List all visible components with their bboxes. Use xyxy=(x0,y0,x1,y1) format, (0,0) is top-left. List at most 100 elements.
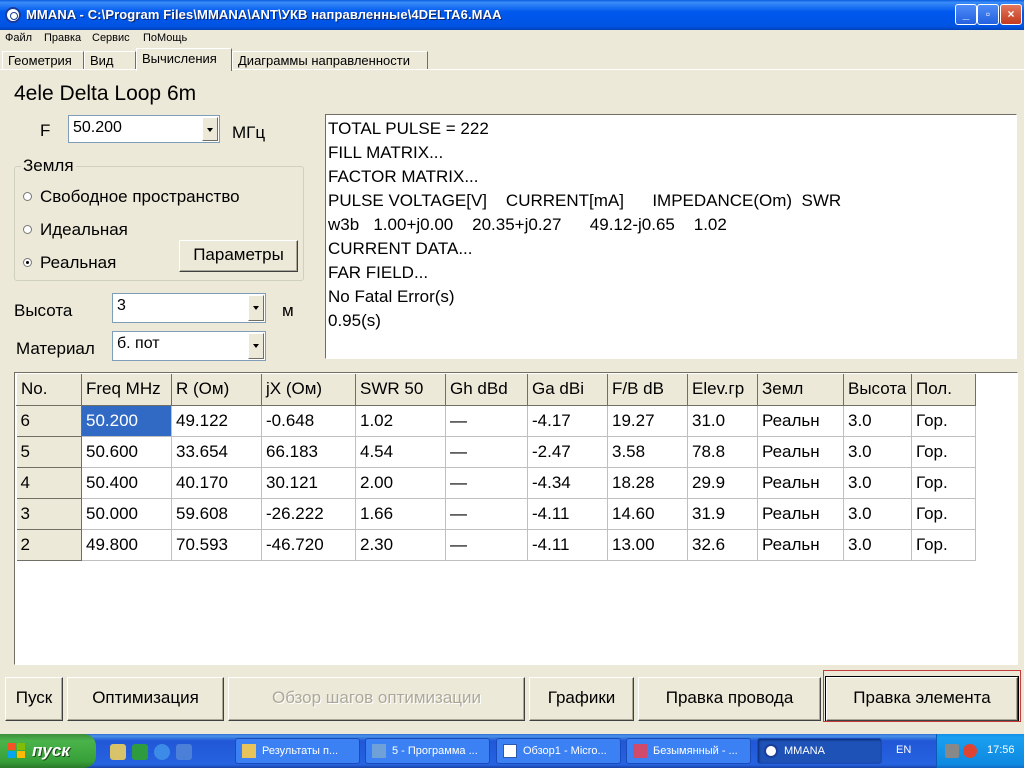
table-cell[interactable]: Реальн xyxy=(757,405,844,437)
table-cell[interactable]: -0.648 xyxy=(261,405,356,437)
language-indicator[interactable]: EN xyxy=(896,744,911,756)
column-header[interactable]: Gh dBd xyxy=(445,374,528,406)
maximize-button[interactable]: ▫ xyxy=(977,4,999,25)
column-header[interactable]: SWR 50 xyxy=(355,374,446,406)
height-combo[interactable]: 3 xyxy=(112,293,266,323)
table-cell[interactable]: 18.28 xyxy=(607,467,688,499)
table-cell[interactable]: — xyxy=(445,436,528,468)
media-player-icon[interactable] xyxy=(132,744,148,760)
chevron-down-icon[interactable] xyxy=(248,295,264,321)
table-cell[interactable]: 40.170 xyxy=(171,467,262,499)
tab-view[interactable]: Вид xyxy=(84,51,136,70)
table-cell[interactable]: 50.400 xyxy=(81,467,172,499)
ie-alt-icon[interactable] xyxy=(176,744,192,760)
table-row[interactable]: 3 50.000 59.608 -26.222 1.66— -4.11 14.60 31.9 Р… xyxy=(16,498,976,530)
table-cell[interactable]: 3.0 xyxy=(843,405,912,437)
table-cell[interactable]: Реальн xyxy=(757,498,844,530)
table-cell[interactable]: Гор. xyxy=(911,498,976,530)
table-cell[interactable]: — xyxy=(445,529,528,561)
edit-wire-button[interactable]: Правка провода xyxy=(638,677,821,721)
chevron-down-icon[interactable] xyxy=(202,117,218,141)
freq-combo[interactable]: 50.200 xyxy=(68,115,220,143)
row-number-cell[interactable]: 5 xyxy=(16,436,82,468)
material-combo[interactable]: б. пот xyxy=(112,331,266,361)
table-cell[interactable]: 31.9 xyxy=(687,498,758,530)
table-cell[interactable]: 49.800 xyxy=(81,529,172,561)
table-cell[interactable]: 30.121 xyxy=(261,467,356,499)
table-cell[interactable]: -46.720 xyxy=(261,529,356,561)
task-mmana[interactable]: MMANA xyxy=(757,738,882,764)
table-cell[interactable]: 50.000 xyxy=(81,498,172,530)
table-cell[interactable]: — xyxy=(445,498,528,530)
table-cell[interactable]: 3.0 xyxy=(843,436,912,468)
tab-geometry[interactable]: Геометрия xyxy=(2,51,84,70)
column-header[interactable]: Высота xyxy=(843,374,912,406)
clock[interactable]: 17:56 xyxy=(987,744,1015,756)
table-cell[interactable]: 14.60 xyxy=(607,498,688,530)
table-cell[interactable]: Реальн xyxy=(757,467,844,499)
table-cell[interactable]: 3.58 xyxy=(607,436,688,468)
results-grid[interactable]: No. Freq MHz R (Ом) jX (Ом) SWR 50 Gh dBd Ga d… xyxy=(14,372,1018,665)
table-cell[interactable]: 19.27 xyxy=(607,405,688,437)
radio-ideal[interactable]: Идеальная xyxy=(23,220,128,240)
show-desktop-icon[interactable] xyxy=(110,744,126,760)
table-cell[interactable]: -4.17 xyxy=(527,405,608,437)
table-cell[interactable]: — xyxy=(445,467,528,499)
table-cell[interactable]: 2.30 xyxy=(355,529,446,561)
params-button[interactable]: Параметры xyxy=(179,240,298,272)
menu-help[interactable]: ПоМощь xyxy=(143,32,187,44)
calculation-log[interactable]: TOTAL PULSE = 222 FILL MATRIX... FACTOR MA… xyxy=(325,114,1017,359)
task-word[interactable]: Обзор1 - Micro... xyxy=(496,738,621,764)
column-header[interactable]: Freq MHz xyxy=(81,374,172,406)
table-cell[interactable]: 66.183 xyxy=(261,436,356,468)
menu-file[interactable]: Файл xyxy=(5,32,32,44)
table-cell[interactable]: Реальн xyxy=(757,436,844,468)
row-number-cell[interactable]: 6 xyxy=(16,405,82,437)
table-cell[interactable]: -4.34 xyxy=(527,467,608,499)
radio-real[interactable]: Реальная xyxy=(23,253,116,273)
row-number-cell[interactable]: 2 xyxy=(16,529,82,561)
optimize-button[interactable]: Оптимизация xyxy=(67,677,224,721)
table-cell[interactable]: -4.11 xyxy=(527,529,608,561)
tab-calculations[interactable]: Вычисления xyxy=(136,48,232,71)
task-program[interactable]: 5 - Программа ... xyxy=(365,738,490,764)
start-button[interactable]: пуск xyxy=(0,734,96,768)
tab-patterns[interactable]: Диаграммы направленности xyxy=(232,51,428,70)
row-number-cell[interactable]: 3 xyxy=(16,498,82,530)
table-row[interactable]: 6 50.200 49.122 -0.648 1.02— -4.17 19.27 31.0 Ре… xyxy=(16,405,976,437)
table-cell[interactable]: 13.00 xyxy=(607,529,688,561)
internet-explorer-icon[interactable] xyxy=(154,744,170,760)
table-cell[interactable]: 70.593 xyxy=(171,529,262,561)
column-header[interactable]: jX (Ом) xyxy=(261,374,356,406)
table-cell[interactable]: Реальн xyxy=(757,529,844,561)
table-cell[interactable]: Гор. xyxy=(911,467,976,499)
table-cell[interactable]: -4.11 xyxy=(527,498,608,530)
table-cell[interactable]: 3.0 xyxy=(843,529,912,561)
menu-edit[interactable]: Правка xyxy=(44,32,81,44)
table-cell[interactable]: 33.654 xyxy=(171,436,262,468)
table-cell[interactable]: 50.600 xyxy=(81,436,172,468)
opt-steps-button[interactable]: Обзор шагов оптимизации xyxy=(228,677,525,721)
table-cell[interactable]: 29.9 xyxy=(687,467,758,499)
table-cell[interactable]: -2.47 xyxy=(527,436,608,468)
table-cell[interactable]: 1.02 xyxy=(355,405,446,437)
graphs-button[interactable]: Графики xyxy=(529,677,634,721)
task-results[interactable]: Результаты п... xyxy=(235,738,360,764)
table-cell[interactable]: 50.200 xyxy=(81,405,172,437)
table-cell[interactable]: 49.122 xyxy=(171,405,262,437)
table-row[interactable]: 2 49.800 70.593 -46.720 2.30— -4.11 13.00 32.6 Р… xyxy=(16,529,976,561)
table-cell[interactable]: 78.8 xyxy=(687,436,758,468)
column-header[interactable]: Elev.гр xyxy=(687,374,758,406)
table-cell[interactable]: 3.0 xyxy=(843,498,912,530)
table-cell[interactable]: 4.54 xyxy=(355,436,446,468)
table-cell[interactable]: -26.222 xyxy=(261,498,356,530)
row-number-cell[interactable]: 4 xyxy=(16,467,82,499)
start-calc-button[interactable]: Пуск xyxy=(5,677,63,721)
table-cell[interactable]: 32.6 xyxy=(687,529,758,561)
column-header[interactable]: Пол. xyxy=(911,374,976,406)
table-cell[interactable]: Гор. xyxy=(911,529,976,561)
column-header[interactable]: R (Ом) xyxy=(171,374,262,406)
column-header[interactable]: F/B dB xyxy=(607,374,688,406)
menu-service[interactable]: Сервис xyxy=(92,32,130,44)
table-cell[interactable]: 1.66 xyxy=(355,498,446,530)
